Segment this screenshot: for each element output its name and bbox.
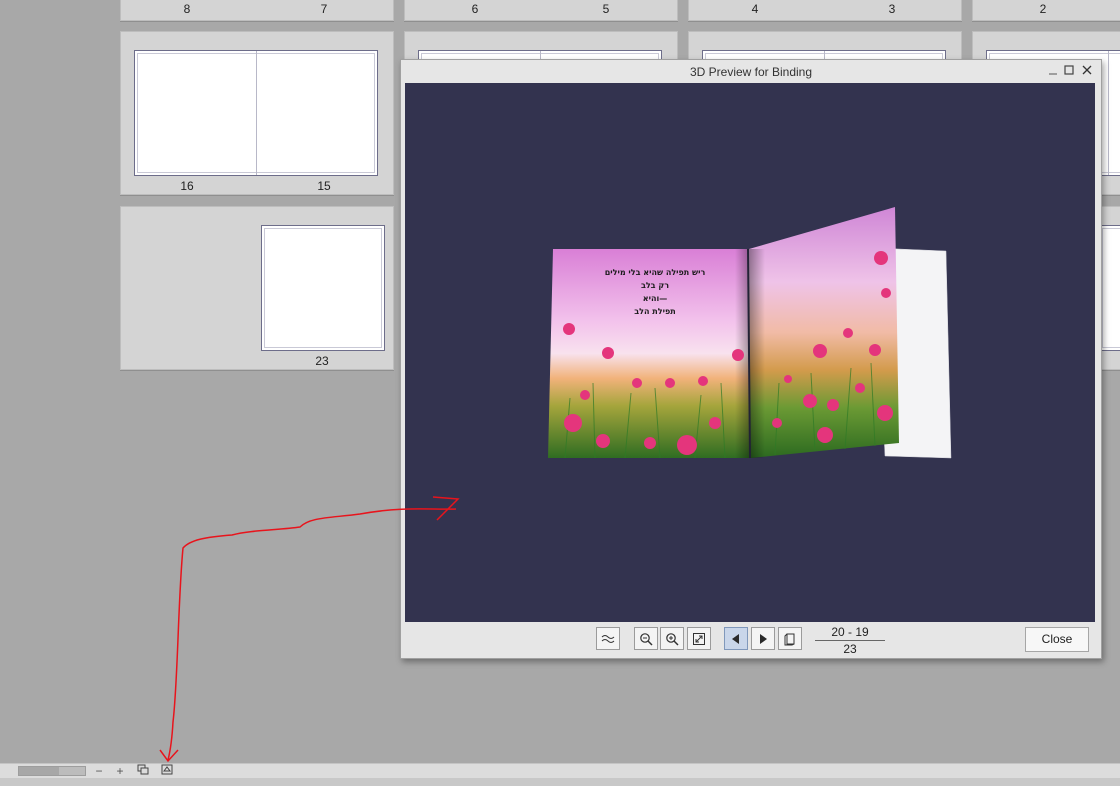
zoom-in-button[interactable]: + [113, 764, 127, 778]
zoom-out-button[interactable]: − [92, 764, 106, 778]
zoom-slider-fill [19, 767, 59, 775]
zoom-slider[interactable] [18, 766, 86, 776]
bottom-toolbar: − + [0, 763, 1120, 778]
annotation-arrow [159, 496, 460, 786]
status-strip [0, 778, 1120, 786]
3d-preview-icon[interactable] [160, 764, 174, 778]
page-layout-icon[interactable] [136, 764, 150, 778]
